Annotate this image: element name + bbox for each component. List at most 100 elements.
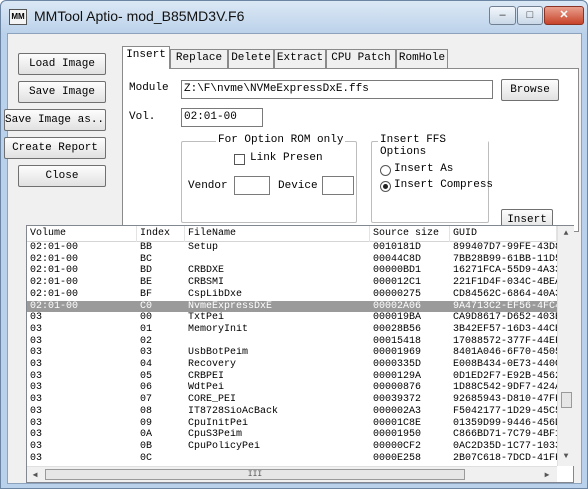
close-icon: ✕ bbox=[559, 9, 569, 21]
title-bar[interactable]: MM MMTool Aptio- mod_B85MD3V.F6 – □ ✕ bbox=[1, 1, 587, 33]
cell-guid: 8401A046-6F70-4505- bbox=[453, 347, 557, 359]
table-row[interactable]: 03 09 CpuInitPei 00001C8E 01359D99-9446-456D… bbox=[27, 418, 557, 429]
scroll-left-icon[interactable]: ◀ bbox=[30, 470, 40, 480]
cell-guid: 2B07C618-7DCD-41FF- bbox=[453, 452, 557, 464]
cell-index: BF bbox=[140, 288, 153, 300]
cell-source-size: 00039372 bbox=[373, 394, 422, 406]
column-header-source-size[interactable]: Source size bbox=[370, 226, 450, 242]
browse-button[interactable]: Browse bbox=[501, 79, 559, 101]
table-row[interactable]: 02:01-00 BF CspLibDxe 00000275 CD84562C-6864… bbox=[27, 289, 557, 300]
vendor-field[interactable] bbox=[234, 176, 270, 195]
table-row[interactable]: 02:01-00 C0 NvmeExpressDxE 00002A06 9A4713C2… bbox=[27, 300, 557, 312]
table-row[interactable]: 03 03 UsbBotPeim 00001969 8401A046-6F70-4505… bbox=[27, 347, 557, 358]
tab-romhole[interactable]: RomHole bbox=[396, 49, 448, 68]
load-image-button[interactable]: Load Image bbox=[18, 53, 106, 75]
module-path-field[interactable]: Z:\F\nvme\NVMeExpressDxE.ffs bbox=[181, 80, 493, 99]
cell-source-size: 00000275 bbox=[373, 288, 422, 300]
table-row[interactable]: 03 0A CpuS3Peim 00001950 C866BD71-7C79-4BF1- bbox=[27, 429, 557, 440]
scroll-down-icon[interactable]: ▼ bbox=[558, 452, 574, 461]
table-row[interactable]: 03 02 00015418 17088572-377F-44EF- bbox=[27, 336, 557, 347]
cell-volume: 02:01-00 bbox=[30, 242, 79, 253]
close-button[interactable]: Close bbox=[18, 165, 106, 187]
table-row[interactable]: 03 08 IT8728SioAcBack 000002A3 F5042177-1D29… bbox=[27, 406, 557, 417]
list-header: Volume Index FileName Source size GUID bbox=[27, 226, 557, 242]
maximize-button[interactable]: □ bbox=[517, 6, 543, 25]
save-image-as-button[interactable]: Save Image as.. bbox=[4, 109, 106, 131]
column-header-guid[interactable]: GUID bbox=[450, 226, 557, 242]
create-report-button[interactable]: Create Report bbox=[4, 137, 106, 159]
table-row[interactable]: 03 05 CRBPEI 0000129A 0D1ED2F7-E92B-4562- bbox=[27, 371, 557, 382]
volume-field[interactable]: 02:01-00 bbox=[181, 108, 263, 127]
cell-guid: 7BB28B99-61BB-11D5- bbox=[453, 253, 557, 265]
cell-volume: 02:01-00 bbox=[30, 265, 79, 277]
cell-volume: 03 bbox=[30, 359, 43, 370]
cell-guid: 16271FCA-55D9-4A33- bbox=[453, 265, 557, 277]
table-row[interactable]: 02:01-00 BB Setup 0010181D 899407D7-99FE-43D… bbox=[27, 242, 557, 253]
save-image-button[interactable]: Save Image bbox=[18, 81, 106, 103]
column-header-index[interactable]: Index bbox=[137, 226, 185, 242]
column-header-volume[interactable]: Volume bbox=[27, 226, 137, 242]
table-row[interactable]: 03 04 Recovery 0000335D E008B434-0E73-440C- bbox=[27, 359, 557, 370]
cell-source-size: 0000129A bbox=[373, 370, 422, 382]
cell-volume: 03 bbox=[30, 347, 43, 359]
table-row[interactable]: 03 0B CpuPolicyPei 00000CF2 0AC2D35D-1C77-10… bbox=[27, 441, 557, 452]
cell-source-size: 0000335D bbox=[373, 359, 422, 370]
minimize-icon: – bbox=[499, 9, 506, 21]
cell-filename bbox=[185, 254, 370, 265]
cell-volume: 03 bbox=[30, 405, 43, 417]
module-label: Module bbox=[129, 82, 169, 94]
cell-volume: 03 bbox=[30, 429, 43, 441]
cell-index: 00 bbox=[140, 312, 153, 324]
cell-source-size: 0000E258 bbox=[373, 452, 422, 464]
cell-source-size: 00044C8D bbox=[373, 253, 422, 265]
maximize-icon: □ bbox=[526, 9, 534, 21]
horizontal-scrollbar[interactable]: ◀ III ▶ bbox=[27, 466, 557, 482]
scroll-right-icon[interactable]: ▶ bbox=[542, 470, 552, 480]
cell-guid: 899407D7-99FE-43D8- bbox=[453, 242, 557, 253]
scroll-up-icon[interactable]: ▲ bbox=[558, 229, 574, 238]
tab-cpu-patch[interactable]: CPU Patch bbox=[326, 49, 396, 68]
vertical-scrollbar[interactable]: ▲ ▼ bbox=[557, 226, 574, 466]
table-row[interactable]: 03 07 CORE_PEI 00039372 92685943-D810-47FF- bbox=[27, 394, 557, 405]
horizontal-scroll-thumb[interactable]: III bbox=[45, 469, 465, 480]
tab-extract[interactable]: Extract bbox=[274, 49, 326, 68]
tab-replace[interactable]: Replace bbox=[170, 49, 228, 68]
device-field[interactable] bbox=[322, 176, 354, 195]
table-row[interactable]: 02:01-00 BE CRBSMI 000012C1 221F1D4F-034C-4B… bbox=[27, 277, 557, 288]
tab-delete[interactable]: Delete bbox=[228, 49, 274, 68]
cell-guid: 01359D99-9446-456D- bbox=[453, 417, 557, 429]
cell-index: 08 bbox=[140, 405, 153, 417]
cell-filename bbox=[185, 453, 370, 464]
insert-compress-radio[interactable] bbox=[380, 181, 391, 192]
table-row[interactable]: 02:01-00 BD CRBDXE 00000BD1 16271FCA-55D9-4A… bbox=[27, 265, 557, 276]
minimize-button[interactable]: – bbox=[489, 6, 516, 25]
cell-index: BC bbox=[140, 253, 153, 265]
table-row[interactable]: 03 00 TxtPei 000019BA CA9D8617-D652-403B- bbox=[27, 312, 557, 323]
cell-index: 0C bbox=[140, 452, 153, 464]
ffs-options-group-title: Insert FFS Options bbox=[378, 134, 488, 158]
cell-source-size: 00002A06 bbox=[373, 300, 422, 312]
cell-volume: 03 bbox=[30, 394, 43, 406]
link-present-checkbox[interactable] bbox=[234, 154, 245, 165]
table-row[interactable]: 03 01 MemoryInit 00028B56 3B42EF57-16D3-44CB… bbox=[27, 324, 557, 335]
cell-guid: 0AC2D35D-1C77-1033- bbox=[453, 440, 557, 452]
table-row[interactable]: 03 06 WdtPei 00000876 1D88C542-9DF7-424A- bbox=[27, 382, 557, 393]
table-row[interactable]: 03 0C 0000E258 2B07C618-7DCD-41FF- bbox=[27, 453, 557, 464]
cell-volume: 02:01-00 bbox=[30, 277, 79, 289]
close-window-button[interactable]: ✕ bbox=[544, 6, 584, 25]
cell-volume: 03 bbox=[30, 440, 43, 452]
cell-volume: 03 bbox=[30, 382, 43, 394]
cell-source-size: 00001969 bbox=[373, 347, 422, 359]
cell-volume: 03 bbox=[30, 452, 43, 464]
cell-guid: 3B42EF57-16D3-44CB- bbox=[453, 323, 557, 335]
column-header-filename[interactable]: FileName bbox=[185, 226, 370, 242]
tab-insert[interactable]: Insert bbox=[122, 46, 170, 69]
vertical-scroll-thumb[interactable] bbox=[561, 392, 572, 408]
cell-index: BE bbox=[140, 277, 153, 289]
cell-filename: Setup bbox=[188, 242, 219, 253]
cell-guid: F5042177-1D29-45C5- bbox=[453, 405, 557, 417]
table-row[interactable]: 02:01-00 BC 00044C8D 7BB28B99-61BB-11D5- bbox=[27, 254, 557, 265]
cell-index: C0 bbox=[140, 300, 153, 312]
insert-as-radio[interactable] bbox=[380, 165, 391, 176]
cell-source-size: 00028B56 bbox=[373, 323, 422, 335]
